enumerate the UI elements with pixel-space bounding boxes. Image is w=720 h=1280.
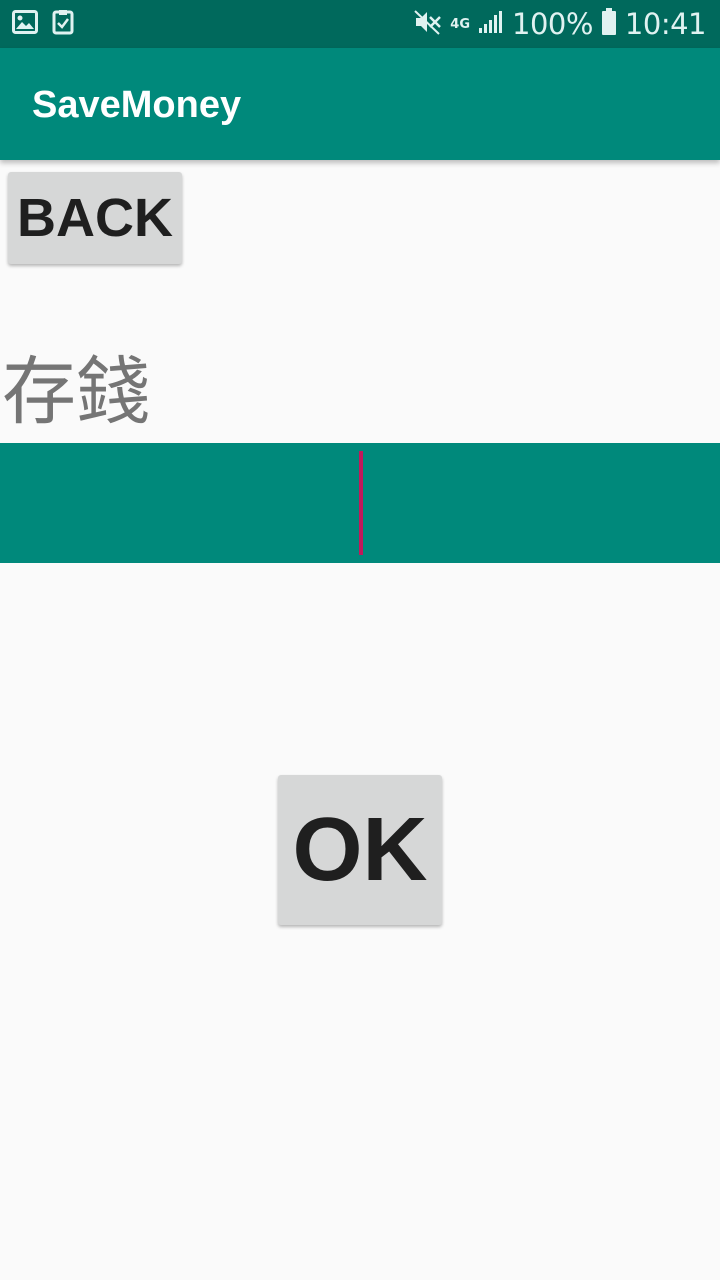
- back-button[interactable]: BACK: [8, 172, 182, 264]
- text-cursor: [359, 451, 363, 555]
- app-bar: SaveMoney: [0, 48, 720, 160]
- status-bar-left: [12, 10, 74, 38]
- page-heading: 存錢: [2, 349, 150, 435]
- image-icon: [12, 10, 38, 38]
- mute-icon: [414, 9, 442, 39]
- battery-percentage: 100%: [512, 7, 593, 41]
- clipboard-check-icon: [52, 9, 74, 39]
- signal-icon: [478, 10, 504, 38]
- ok-button[interactable]: OK: [278, 775, 442, 925]
- network-type-label: 4G: [450, 16, 470, 32]
- app-title: SaveMoney: [32, 84, 242, 126]
- clock: 10:41: [624, 7, 707, 41]
- status-bar: 4G 100% 10:41: [0, 0, 720, 48]
- status-bar-right: 4G 100% 10:41: [414, 0, 707, 48]
- battery-icon: [601, 8, 617, 40]
